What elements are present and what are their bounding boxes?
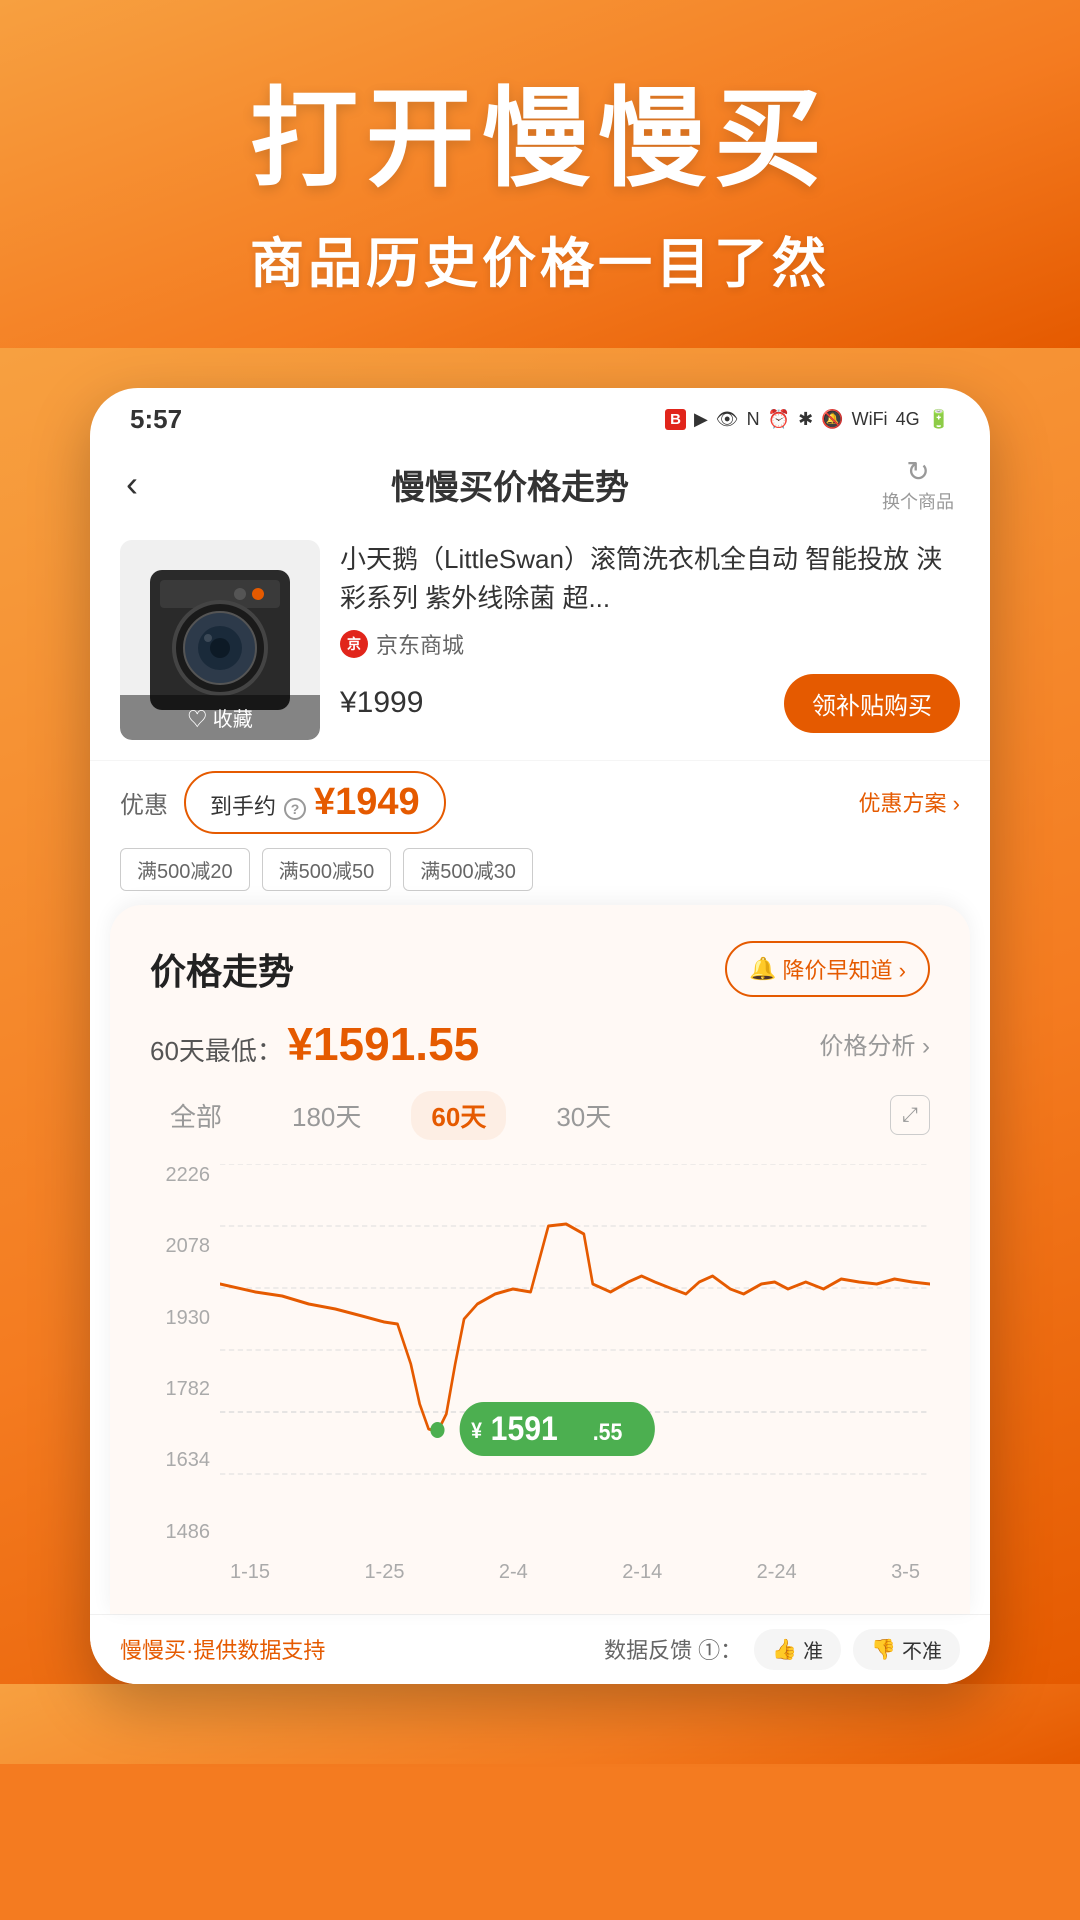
thumb-up-icon: 👍 [772, 1637, 797, 1662]
discount-label: 优惠 [120, 785, 168, 820]
discount-oval: 到手约 ? ¥1949 [184, 771, 446, 834]
hero-subtitle: 商品历史价格一目了然 [60, 219, 1020, 298]
bottom-bar: 慢慢买·提供数据支持 数据反馈 ①： 👍 准 👎 不准 [90, 1614, 990, 1684]
bell-icon: 🔔 [749, 956, 776, 982]
thumb-down-icon: 👎 [871, 1637, 896, 1662]
question-icon: ? [284, 798, 306, 820]
signal-icon: 4G [896, 409, 920, 430]
x-label-115: 1-15 [230, 1561, 270, 1584]
min-price-label: 60天最低： [150, 1036, 283, 1066]
analysis-link[interactable]: 价格分析 › [819, 1026, 930, 1061]
battery-icon: 🔋 [928, 409, 950, 430]
product-name: 小天鹅（LittleSwan）滚筒洗衣机全自动 智能投放 浃彩系列 紫外线除菌 … [340, 540, 960, 618]
period-60[interactable]: 60天 [411, 1091, 506, 1140]
period-tabs: 全部 180天 60天 30天 ⤢ [150, 1091, 930, 1140]
vote-up-button[interactable]: 👍 准 [754, 1629, 841, 1670]
mute-icon: 🔕 [821, 409, 843, 430]
period-30[interactable]: 30天 [536, 1091, 631, 1140]
x-label-35: 3-5 [891, 1561, 920, 1584]
discounted-price: ¥1949 [314, 781, 420, 824]
jd-icon: 京 [340, 630, 368, 658]
alarm-icon: ⏰ [768, 409, 790, 430]
y-label-2226: 2226 [166, 1164, 211, 1187]
vote-down-label: 不准 [902, 1635, 942, 1664]
trend-card: 价格走势 🔔 降价早知道 › 60天最低： ¥1591.55 价格分析 › 全部… [110, 905, 970, 1614]
min-price-row: 60天最低： ¥1591.55 价格分析 › [150, 1017, 930, 1071]
feedback-area: 数据反馈 ①： 👍 准 👎 不准 [604, 1629, 960, 1670]
alert-button[interactable]: 🔔 降价早知道 › [725, 941, 930, 997]
hero-title: 打开慢慢买 [60, 80, 1020, 199]
x-label-224: 2-24 [757, 1561, 797, 1584]
back-button[interactable]: ‹ [126, 463, 138, 505]
coupon-row: 满500减20 满500减50 满500减30 [120, 848, 960, 891]
y-label-1634: 1634 [166, 1449, 211, 1472]
product-info: 小天鹅（LittleSwan）滚筒洗衣机全自动 智能投放 浃彩系列 紫外线除菌 … [340, 540, 960, 740]
nav-icon: ▶ [694, 409, 708, 430]
status-icons: B ▶ 👁 N ⏰ ✱ 🔕 WiFi 4G 🔋 [665, 409, 950, 430]
product-image: ♡ 收藏 [120, 540, 320, 740]
expand-icon-symbol: ⤢ [902, 1104, 918, 1127]
svg-text:¥: ¥ [471, 1419, 482, 1443]
hero-section: 打开慢慢买 商品历史价格一目了然 [0, 0, 1080, 348]
y-label-1930: 1930 [166, 1307, 211, 1330]
y-axis: 2226 2078 1930 1782 1634 1486 [150, 1164, 220, 1544]
x-label-125: 1-25 [364, 1561, 404, 1584]
alert-label: 降价早知道 › [783, 953, 906, 985]
boss-icon: B [665, 409, 686, 430]
x-label-24: 2-4 [499, 1561, 528, 1584]
x-label-214: 2-14 [622, 1561, 662, 1584]
eye-icon: 👁 [716, 409, 739, 430]
feedback-label: 数据反馈 ①： [604, 1633, 742, 1665]
vote-down-button[interactable]: 👎 不准 [853, 1629, 960, 1670]
chart-svg-container: ¥ 1591 .55 [220, 1164, 930, 1544]
y-label-1782: 1782 [166, 1378, 211, 1401]
nav-bar: ‹ 慢慢买价格走势 ↻ 换个商品 [90, 443, 990, 530]
trend-title: 价格走势 [150, 943, 294, 995]
svg-text:.55: .55 [593, 1418, 623, 1446]
brand-label: 慢慢买·提供数据支持 [120, 1633, 325, 1665]
coupon-tag-3[interactable]: 满500减30 [403, 848, 533, 891]
bottom-strip [0, 1684, 1080, 1764]
buy-button[interactable]: 领补贴购买 [784, 674, 960, 733]
shop-row: 京 京东商城 [340, 628, 960, 660]
y-label-2078: 2078 [166, 1235, 211, 1258]
bt-icon: ✱ [798, 409, 813, 430]
price-row: ¥1999 领补贴购买 [340, 674, 960, 733]
y-label-1486: 1486 [166, 1521, 211, 1544]
phone-area: 5:57 B ▶ 👁 N ⏰ ✱ 🔕 WiFi 4G 🔋 ‹ 慢慢买价格走势 ↻… [0, 348, 1080, 1684]
period-180[interactable]: 180天 [272, 1091, 381, 1140]
vote-up-label: 准 [803, 1635, 823, 1664]
refresh-button[interactable]: ↻ 换个商品 [882, 455, 954, 514]
min-price-group: 60天最低： ¥1591.55 [150, 1017, 479, 1071]
page-title: 慢慢买价格走势 [391, 460, 629, 509]
trend-header: 价格走势 🔔 降价早知道 › [150, 941, 930, 997]
period-all[interactable]: 全部 [150, 1091, 242, 1140]
to-hand-text: 到手约 [210, 789, 276, 821]
svg-text:1591: 1591 [491, 1409, 558, 1447]
refresh-icon: ↻ [906, 455, 929, 488]
x-axis: 1-15 1-25 2-4 2-14 2-24 3-5 [220, 1561, 930, 1584]
coupon-tag-1[interactable]: 满500减20 [120, 848, 250, 891]
discount-link[interactable]: 优惠方案 › [859, 786, 960, 818]
product-area: ♡ 收藏 小天鹅（LittleSwan）滚筒洗衣机全自动 智能投放 浃彩系列 紫… [90, 530, 990, 760]
coupon-tag-2[interactable]: 满500减50 [262, 848, 392, 891]
nfc-icon: N [747, 409, 760, 430]
status-bar: 5:57 B ▶ 👁 N ⏰ ✱ 🔕 WiFi 4G 🔋 [90, 388, 990, 443]
status-time: 5:57 [130, 404, 182, 435]
chart-area: 2226 2078 1930 1782 1634 1486 [150, 1164, 930, 1584]
min-price-value: ¥1591.55 [287, 1018, 479, 1070]
discount-row: 优惠 到手约 ? ¥1949 优惠方案 › [120, 771, 960, 834]
wifi-icon: WiFi [852, 409, 888, 430]
original-price: ¥1999 [340, 686, 423, 720]
shop-name: 京东商城 [376, 628, 464, 660]
expand-button[interactable]: ⤢ [890, 1095, 930, 1135]
phone-card: 5:57 B ▶ 👁 N ⏰ ✱ 🔕 WiFi 4G 🔋 ‹ 慢慢买价格走势 ↻… [90, 388, 990, 1684]
discount-area: 优惠 到手约 ? ¥1949 优惠方案 › 满500减20 满500减50 满5… [90, 760, 990, 905]
refresh-label: 换个商品 [882, 488, 954, 514]
favorite-button[interactable]: ♡ 收藏 [120, 695, 320, 740]
